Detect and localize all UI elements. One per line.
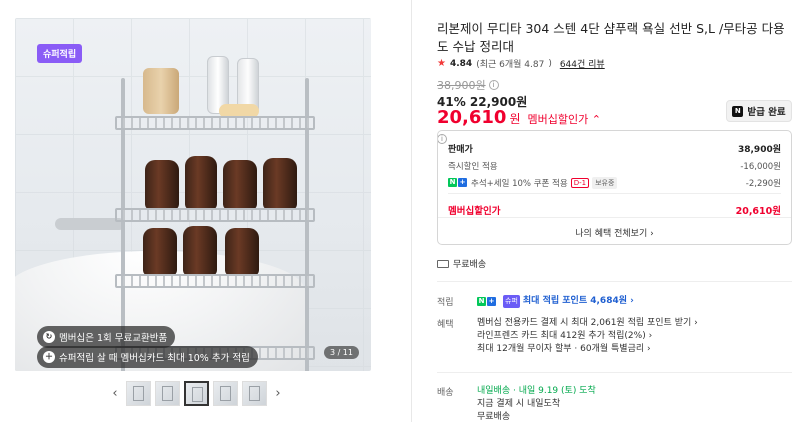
delivery-fee: 무료배송: [477, 412, 511, 422]
free-return-pill: ↻ 멤버십은 1회 무료교환반품: [37, 326, 176, 348]
owned-badge: 보유중: [592, 176, 618, 189]
amber-bottle: [145, 160, 179, 210]
cotton-jar: [143, 68, 179, 114]
member-price-row: 20,610 원 멤버십할인가 ⌃: [437, 107, 601, 128]
delivery-note: 지금 결제 시 내일도착: [477, 399, 561, 409]
member-price-toggle[interactable]: 멤버십할인가 ⌃: [528, 111, 601, 127]
info-icon[interactable]: i: [488, 80, 499, 90]
thumbnail-strip: ‹ ›: [108, 381, 285, 406]
member-price-unit: 원: [509, 112, 521, 126]
rating-score: 4.84: [449, 58, 473, 69]
price-row-value: -2,290원: [745, 178, 781, 189]
divider: [437, 372, 792, 373]
rack-shelf: [115, 116, 315, 130]
free-return-text: 멤버십은 1회 무료교환반품: [59, 333, 168, 344]
naver-pay-icon: N +: [477, 297, 496, 306]
price-breakdown-box: 판매가 38,900원 즉시할인 적용 -16,000원 N + 추석+세일 10…: [437, 130, 792, 245]
extra-points-text: 슈퍼적립 살 때 멤버십카드 최대 10% 추가 적립: [59, 353, 250, 364]
thumbnail[interactable]: [213, 381, 238, 406]
image-counter: 3 / 11: [323, 346, 359, 359]
member-price: 20,610: [437, 107, 507, 128]
truck-icon: [437, 259, 449, 268]
price-row-label: 판매가: [448, 145, 473, 155]
thumbnail-active[interactable]: [184, 381, 209, 406]
review-count-link[interactable]: 644건 리뷰: [560, 57, 605, 70]
delivery-key: 배송: [437, 388, 454, 398]
price-row-label: 즉시할인 적용: [448, 161, 498, 172]
star-icon: ★: [437, 58, 446, 69]
amber-bottle: [143, 228, 177, 276]
super-points-badge: 슈퍼적립: [37, 44, 83, 63]
perk-link[interactable]: 최대 12개월 무이자 할부 · 60개월 특별금리 ›: [477, 343, 698, 356]
price-row-value: 38,900원: [737, 145, 781, 155]
view-all-benefits-link[interactable]: 나의 혜택 전체보기 ›: [438, 217, 791, 239]
perk-link[interactable]: 멤버십 전용카드 결제 시 최대 2,061원 적립 포인트 받기 ›: [477, 317, 698, 330]
price-row-value: -16,000원: [740, 161, 781, 172]
free-shipping-text: 무료배송: [453, 260, 487, 270]
rack-shelf: [115, 208, 315, 222]
price-row: 판매가 38,900원: [448, 140, 781, 157]
thumbnail[interactable]: [155, 381, 180, 406]
amber-bottle: [225, 228, 259, 276]
card-icon: ＋: [43, 351, 55, 363]
recent-rating-close: ): [548, 58, 552, 69]
member-total-label: 멤버십할인가: [448, 205, 501, 217]
thumbnail[interactable]: [126, 381, 151, 406]
extra-points-pill: ＋ 슈퍼적립 살 때 멤버십카드 최대 10% 추가 적립: [37, 346, 258, 368]
column-divider: [411, 0, 412, 422]
product-main-image[interactable]: 슈퍼적립 ↻ 멤버십은 1회 무료교환반품 ＋ 슈퍼적립 살 때 멤버십카드 최…: [15, 18, 371, 371]
next-day-delivery: 내일배송 · 내일 9.19 (토) 도착: [477, 386, 596, 396]
d-day-badge: D-1: [570, 177, 590, 188]
points-key: 적립: [437, 298, 454, 308]
max-points-link[interactable]: 최대 적립 포인트 4,684원 ›: [523, 295, 634, 308]
price-row: 즉시할인 적용 -16,000원: [448, 157, 781, 174]
amber-bottle: [183, 226, 217, 276]
price-row: N + 추석+세일 10% 쿠폰 적용 D-1 보유중 -2,290원: [448, 174, 781, 191]
rack-shelf: [115, 274, 315, 288]
rating-row: ★ 4.84 (최근 6개월 4.87 i ) 644건 리뷰: [437, 57, 605, 144]
points-row: 적립 N + 슈퍼 최대 적립 포인트 4,684원 ›: [437, 295, 634, 308]
recent-rating: (최근 6개월 4.87: [476, 60, 545, 70]
divider: [448, 193, 781, 194]
amber-bottle: [223, 160, 257, 210]
perk-link[interactable]: 라인프렌즈 카드 최대 412원 추가 적립(2%) ›: [477, 330, 698, 343]
member-total-row: 멤버십할인가 20,610원: [448, 201, 781, 218]
prev-image-arrow-icon[interactable]: ‹: [108, 386, 122, 401]
next-image-arrow-icon[interactable]: ›: [271, 386, 285, 401]
member-total-value: 20,610원: [735, 205, 781, 217]
perks-row: 혜택 멤버십 전용카드 결제 시 최대 2,061원 적립 포인트 받기 › 라…: [437, 317, 698, 356]
product-title: 리본제이 무디타 304 스텐 4단 샴푸랙 욕실 선반 S,L /무타공 다용…: [437, 21, 785, 54]
amber-bottle: [185, 156, 217, 210]
coupon-issued-button[interactable]: N 받급 완료: [726, 100, 792, 122]
delivery-row: 배송 내일배송 · 내일 9.19 (토) 도착 지금 결제 시 내일도착 무료…: [437, 385, 596, 422]
perks-key: 혜택: [437, 320, 454, 330]
original-price-row: 38,900원 i: [437, 77, 499, 93]
original-price: 38,900원: [437, 79, 486, 92]
super-tag: 슈퍼: [503, 295, 520, 308]
free-shipping-row: 무료배송: [437, 257, 486, 270]
thumbnail[interactable]: [242, 381, 267, 406]
price-row-label: 추석+세일 10% 쿠폰 적용: [471, 178, 568, 189]
divider: [437, 281, 792, 282]
coupon-icon: N: [732, 105, 744, 117]
naver-pay-icon: N +: [448, 178, 467, 187]
coupon-button-label: 받급 완료: [747, 107, 786, 118]
refresh-icon: ↻: [43, 331, 55, 343]
amber-bottle: [263, 158, 297, 210]
